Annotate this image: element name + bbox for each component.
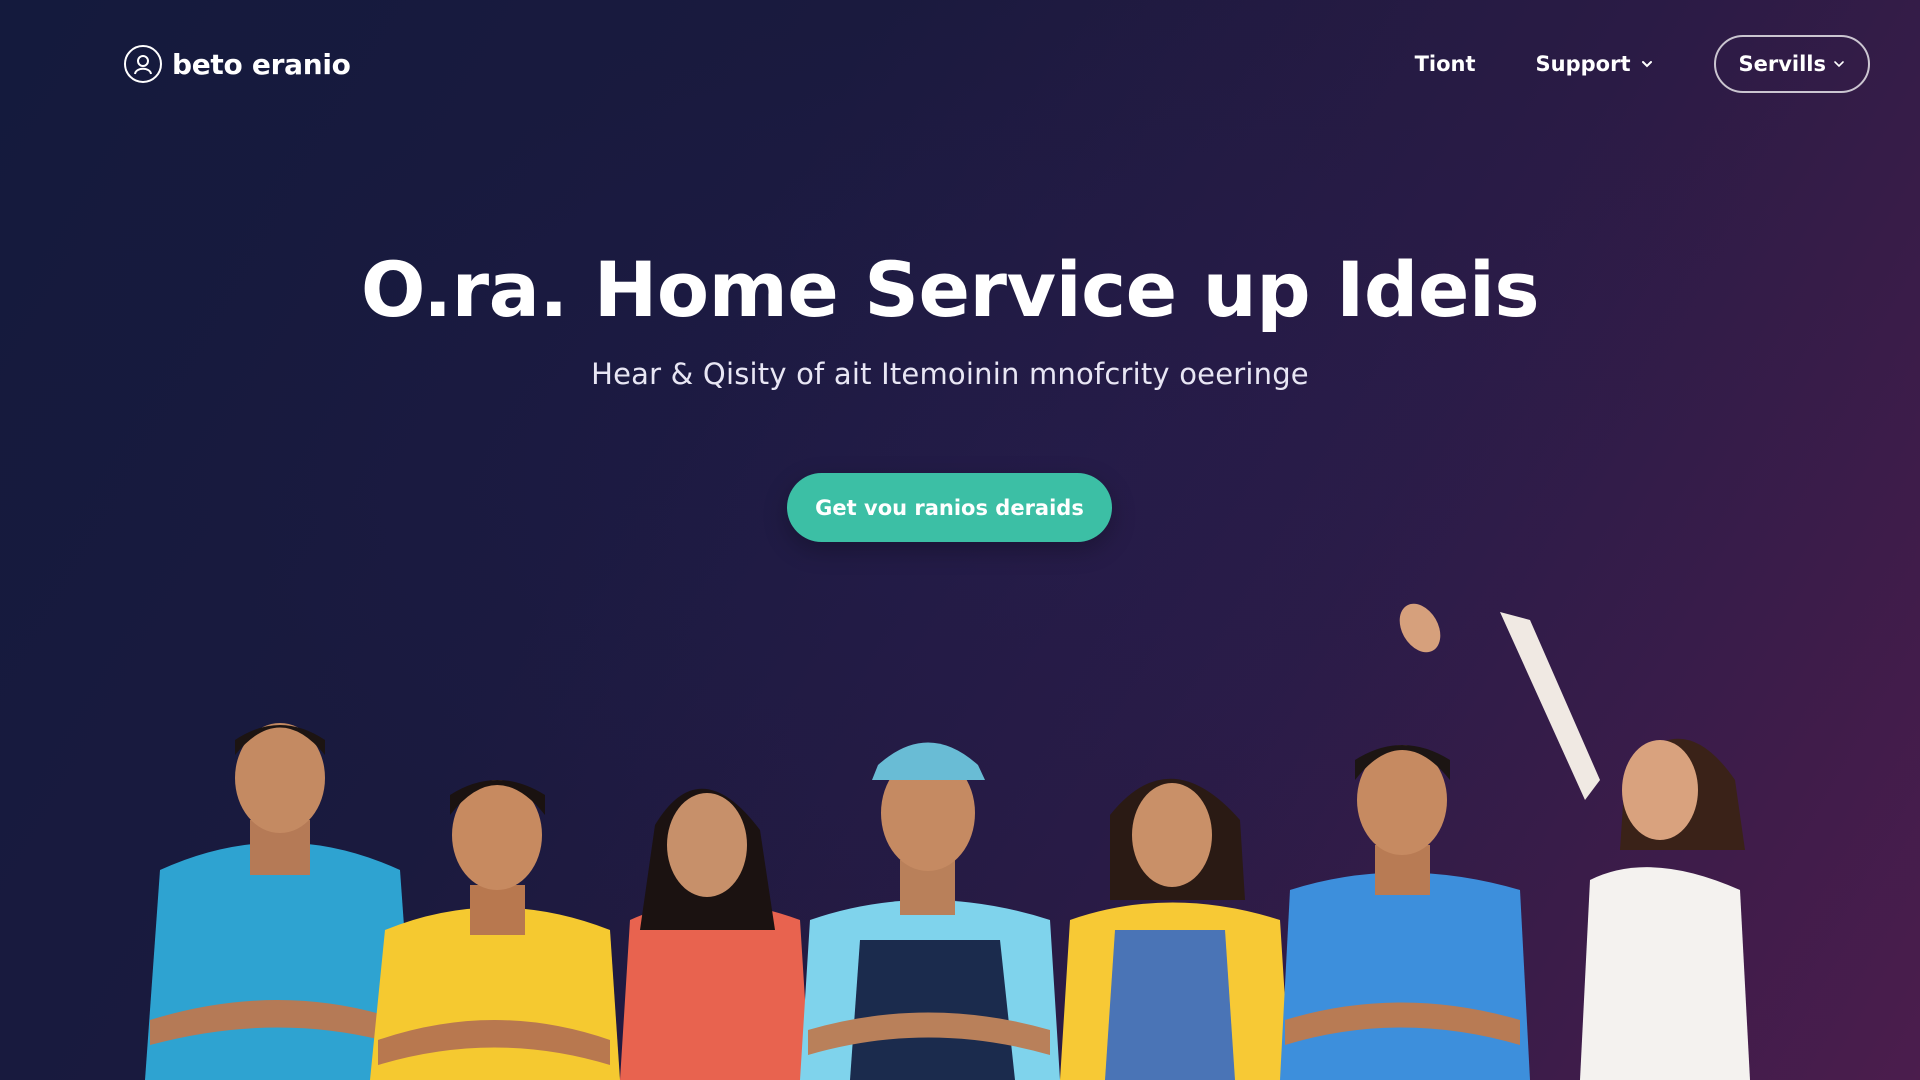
team-member-6 <box>1280 745 1530 1080</box>
nav-item-tiont[interactable]: Tiont <box>1415 52 1476 76</box>
brand[interactable]: beto eranio <box>124 45 351 83</box>
services-button[interactable]: Servills <box>1714 35 1870 93</box>
team-member-4 <box>800 742 1060 1080</box>
site-header: beto eranio Tiont Support Servills <box>124 30 1870 98</box>
cta-button-label: Get vou ranios deraids <box>815 495 1084 520</box>
team-member-3 <box>620 788 810 1080</box>
nav-item-support-label: Support <box>1535 52 1631 76</box>
nav-item-tiont-label: Tiont <box>1414 52 1476 76</box>
team-member-5 <box>1060 778 1290 1080</box>
hero-section: O.ra. Home Service up Ideis Hear & Qisit… <box>0 245 1900 391</box>
nav-item-support[interactable]: Support <box>1536 52 1655 76</box>
cta-button[interactable]: Get vou ranios deraids <box>787 473 1112 542</box>
hero-subtitle: Hear & Qisity of ait Itemoinin mnofcrity… <box>591 357 1309 391</box>
services-button-label: Servills <box>1738 52 1826 76</box>
team-member-1 <box>145 723 415 1080</box>
hero-title: O.ra. Home Service up Ideis <box>360 245 1540 334</box>
chevron-down-icon <box>1642 61 1653 68</box>
main-nav: Tiont Support Servills <box>1415 35 1870 93</box>
chevron-down-icon <box>1834 61 1844 68</box>
team-member-2 <box>370 780 620 1080</box>
service-team-illustration <box>145 603 1750 1080</box>
brand-name: beto eranio <box>172 47 351 81</box>
brand-logo-icon <box>124 45 162 83</box>
